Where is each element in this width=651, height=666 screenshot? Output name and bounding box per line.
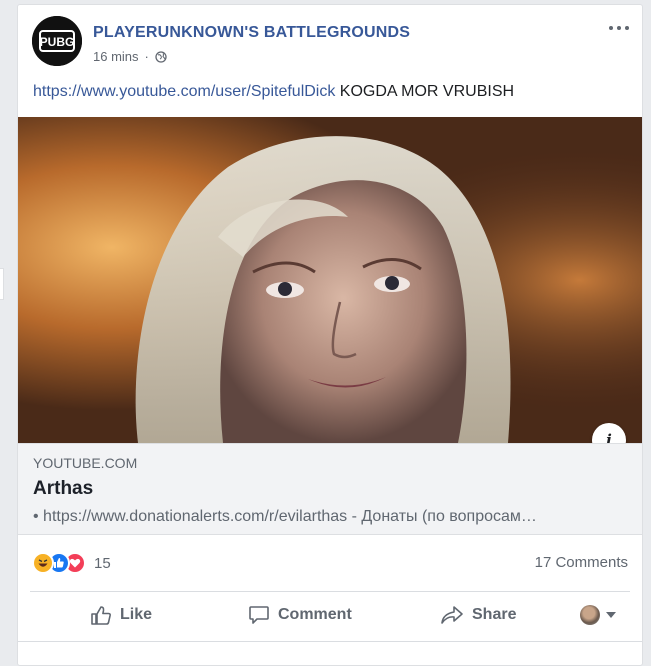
share-arrow-icon — [441, 606, 463, 624]
left-edge-tab — [0, 268, 4, 300]
actions-divider — [30, 591, 630, 592]
bottom-divider — [18, 641, 642, 642]
reactions-summary[interactable]: 15 — [32, 552, 111, 574]
post-card: PUBG PLAYERUNKNOWN'S BATTLEGROUNDS 16 mi… — [17, 4, 643, 666]
post-timestamp[interactable]: 16 mins — [93, 49, 139, 64]
more-dot — [609, 26, 613, 30]
pubg-logo-icon: PUBG — [32, 16, 82, 66]
comment-button[interactable]: Comment — [248, 595, 352, 635]
post-meta: 16 mins · — [93, 49, 167, 64]
caret-down-icon — [606, 612, 616, 618]
more-dot — [617, 26, 621, 30]
comments-count[interactable]: 17 Comments — [535, 554, 628, 571]
post-text-link[interactable]: https://www.youtube.com/user/SpitefulDic… — [33, 83, 335, 100]
reaction-stats: 15 17 Comments — [18, 535, 642, 591]
reaction-count[interactable]: 15 — [94, 555, 111, 572]
action-bar: Like Comment Share — [30, 595, 630, 635]
post-text-body: KOGDA MOR VRUBISH — [335, 83, 515, 100]
video-thumbnail[interactable]: i — [18, 117, 642, 443]
post-header: PUBG PLAYERUNKNOWN'S BATTLEGROUNDS 16 mi… — [18, 5, 642, 75]
link-domain: YOUTUBE.COM — [33, 455, 138, 471]
more-dot — [625, 26, 629, 30]
more-options-button[interactable] — [609, 21, 631, 35]
link-preview[interactable]: YOUTUBE.COM Arthas • https://www.donatio… — [18, 443, 642, 535]
post-as-selector[interactable] — [580, 595, 616, 635]
svg-text:PUBG: PUBG — [40, 35, 75, 49]
thumbs-up-icon — [91, 606, 111, 625]
like-button[interactable]: Like — [90, 595, 152, 635]
comment-bubble-icon — [249, 606, 269, 624]
thumbnail-image — [18, 117, 642, 443]
post-text: https://www.youtube.com/user/SpitefulDic… — [33, 83, 514, 101]
link-title[interactable]: Arthas — [33, 478, 93, 500]
share-label: Share — [472, 606, 517, 623]
comment-label: Comment — [278, 606, 352, 623]
meta-separator: · — [144, 49, 149, 64]
share-button[interactable]: Share — [440, 595, 516, 635]
page-name-link[interactable]: PLAYERUNKNOWN'S BATTLEGROUNDS — [93, 24, 410, 42]
user-avatar — [580, 605, 600, 625]
link-description: • https://www.donationalerts.com/r/evila… — [33, 508, 537, 525]
haha-icon — [32, 552, 54, 574]
like-label: Like — [120, 606, 153, 623]
globe-icon[interactable] — [155, 50, 167, 63]
page-avatar[interactable]: PUBG — [32, 16, 82, 66]
